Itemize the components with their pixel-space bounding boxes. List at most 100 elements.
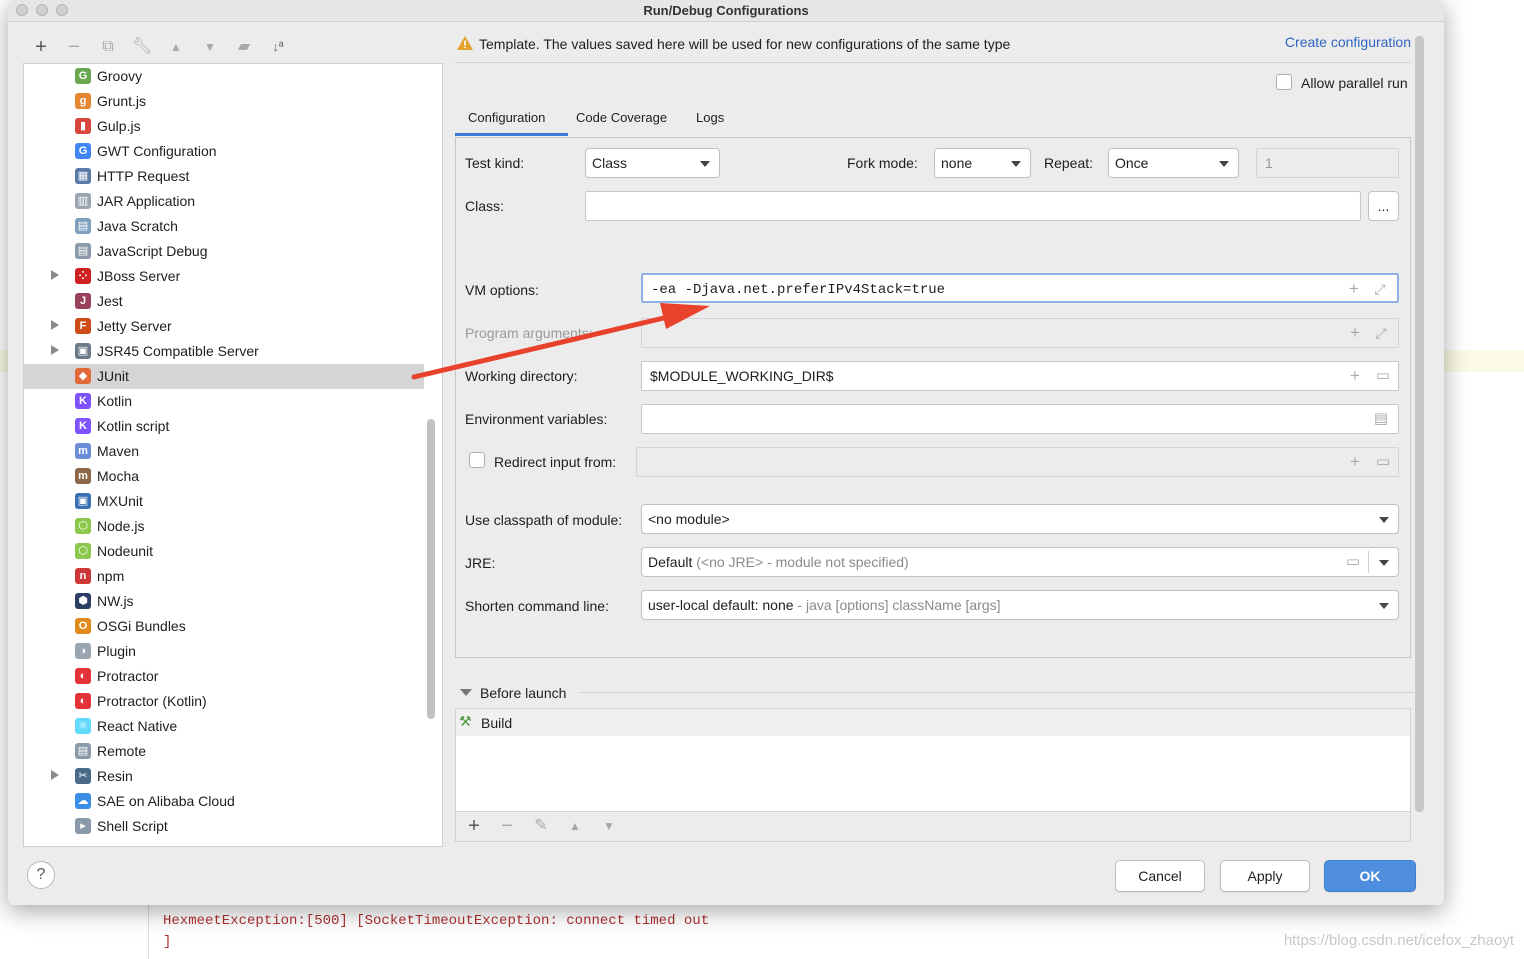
expand-arrow-icon[interactable] [51, 270, 59, 280]
move-down-icon[interactable]: ▼ [598, 815, 620, 837]
tab-configuration[interactable]: Configuration [468, 110, 545, 125]
shorten-command-select[interactable]: user-local default: none - java [options… [641, 590, 1399, 620]
fork-mode-select[interactable]: none [934, 148, 1031, 178]
plus-icon[interactable]: + [1345, 275, 1363, 301]
apply-button[interactable]: Apply [1220, 860, 1310, 892]
environment-variables-field[interactable]: ▤ [641, 404, 1399, 434]
tree-item[interactable]: K Kotlin [24, 389, 424, 414]
collapse-triangle-icon[interactable] [460, 689, 472, 696]
expand-icon[interactable]: ⤢ [1372, 319, 1390, 347]
list-item[interactable]: ⚒ Build [456, 709, 1410, 736]
repeat-count-field[interactable]: 1 [1256, 148, 1399, 178]
configuration-panel: Test kind: Class Fork mode: none Repeat:… [455, 137, 1411, 658]
tree-item[interactable]: ⬡ Nodeunit [24, 539, 424, 564]
npm-icon: n [75, 568, 91, 584]
tree-item-label: Protractor [97, 668, 159, 684]
expand-arrow-icon[interactable] [51, 320, 59, 330]
folder-icon[interactable]: ▭ [1344, 548, 1362, 576]
nodeunit-icon: ⬡ [75, 543, 91, 559]
tree-item[interactable]: O OSGi Bundles [24, 614, 424, 639]
tree-item[interactable]: ▤ Java Scratch [24, 214, 424, 239]
tab-logs[interactable]: Logs [696, 110, 724, 125]
right-scrollbar[interactable] [1415, 36, 1424, 812]
gulp-icon: ▮ [75, 118, 91, 134]
kotlin-icon: K [75, 393, 91, 409]
copy-icon[interactable]: ⧉ [97, 36, 119, 58]
tree-item[interactable]: n npm [24, 564, 424, 589]
plus-icon[interactable]: + [1346, 448, 1364, 476]
tab-code-coverage[interactable]: Code Coverage [576, 110, 667, 125]
redirect-input-checkbox[interactable] [469, 452, 485, 468]
class-browse-button[interactable]: ... [1368, 191, 1399, 221]
tree-item[interactable]: ▤ JavaScript Debug [24, 239, 424, 264]
remove-icon[interactable]: − [496, 815, 518, 837]
remove-icon[interactable]: − [63, 36, 85, 58]
tree-item[interactable]: ◐ Protractor [24, 664, 424, 689]
working-directory-value: $MODULE_WORKING_DIR$ [650, 368, 834, 384]
add-icon[interactable]: + [463, 815, 485, 837]
classpath-module-select[interactable]: <no module> [641, 504, 1399, 534]
class-field[interactable] [585, 191, 1361, 221]
cancel-button[interactable]: Cancel [1115, 860, 1205, 892]
expand-arrow-icon[interactable] [51, 770, 59, 780]
tree-item[interactable]: m Mocha [24, 464, 424, 489]
tree-item[interactable]: ◆ JUnit [24, 364, 424, 389]
create-configuration-link[interactable]: Create configuration [1285, 34, 1411, 50]
plus-icon[interactable]: + [1346, 319, 1364, 347]
sort-alpha-icon[interactable]: ↓ª [267, 36, 289, 58]
ok-button[interactable]: OK [1324, 860, 1416, 892]
js-debug-icon: ▤ [75, 243, 91, 259]
tree-item[interactable]: ▮ Gulp.js [24, 114, 424, 139]
add-icon[interactable]: + [30, 36, 52, 58]
tree-item[interactable]: ◑ Plugin [24, 639, 424, 664]
fork-mode-value: none [941, 155, 973, 171]
tree-item[interactable]: ✂ Resin [24, 764, 424, 789]
wrench-icon[interactable]: 🔧︎ [131, 36, 153, 58]
move-up-icon[interactable]: ▲ [165, 36, 187, 58]
tree-item[interactable]: ⬢ NW.js [24, 589, 424, 614]
help-button[interactable]: ? [27, 861, 55, 889]
program-arguments-field[interactable]: + ⤢ [641, 318, 1399, 348]
tree-item[interactable]: K Kotlin script [24, 414, 424, 439]
folder-icon[interactable]: ▭ [1374, 362, 1392, 390]
shorten-command-label: Shorten command line: [465, 598, 609, 614]
folder-icon[interactable]: ▭ [1374, 448, 1392, 476]
chevron-down-icon [1379, 517, 1389, 523]
tree-scrollbar[interactable] [427, 419, 435, 719]
tree-item[interactable]: ☁ SAE on Alibaba Cloud [24, 789, 424, 814]
repeat-select[interactable]: Once [1108, 148, 1239, 178]
vm-options-field[interactable]: -ea -Djava.net.preferIPv4Stack=true + ⤢ [641, 273, 1399, 303]
edit-icon[interactable]: ✎ [530, 815, 552, 837]
tree-item-label: Protractor (Kotlin) [97, 693, 207, 709]
tree-item[interactable]: ▥ JAR Application [24, 189, 424, 214]
move-down-icon[interactable]: ▼ [199, 36, 221, 58]
tree-item[interactable]: G GWT Configuration [24, 139, 424, 164]
tree-item[interactable]: g Grunt.js [24, 89, 424, 114]
tree-item[interactable]: ◐ Protractor (Kotlin) [24, 689, 424, 714]
tree-item[interactable]: ▤ Remote [24, 739, 424, 764]
tree-item[interactable]: F Jetty Server [24, 314, 424, 339]
tree-item[interactable]: m Maven [24, 439, 424, 464]
tree-item[interactable]: G Groovy [24, 64, 424, 89]
new-folder-icon[interactable]: ▰ [233, 36, 255, 58]
tree-item[interactable]: J Jest [24, 289, 424, 314]
tree-item[interactable]: ⬡ Node.js [24, 514, 424, 539]
tree-item[interactable]: ▸ Shell Script [24, 814, 424, 839]
allow-parallel-checkbox[interactable] [1276, 74, 1292, 90]
test-kind-select[interactable]: Class [585, 148, 720, 178]
redirect-input-field[interactable]: + ▭ [636, 447, 1399, 477]
plus-icon[interactable]: + [1346, 362, 1364, 390]
chevron-down-icon [1011, 161, 1021, 167]
tree-item[interactable]: ▦ HTTP Request [24, 164, 424, 189]
tree-item[interactable]: ⚛ React Native [24, 714, 424, 739]
expand-arrow-icon[interactable] [51, 345, 59, 355]
expand-icon[interactable]: ⤢ [1371, 275, 1389, 301]
classpath-module-value: <no module> [648, 511, 730, 527]
working-directory-field[interactable]: $MODULE_WORKING_DIR$ + ▭ [641, 361, 1399, 391]
move-up-icon[interactable]: ▲ [564, 815, 586, 837]
tree-item[interactable]: ▣ MXUnit [24, 489, 424, 514]
tree-item[interactable]: ⁘ JBoss Server [24, 264, 424, 289]
document-icon[interactable]: ▤ [1372, 405, 1390, 433]
tree-item[interactable]: ▣ JSR45 Compatible Server [24, 339, 424, 364]
jre-select[interactable]: Default (<no JRE> - module not specified… [641, 547, 1399, 577]
